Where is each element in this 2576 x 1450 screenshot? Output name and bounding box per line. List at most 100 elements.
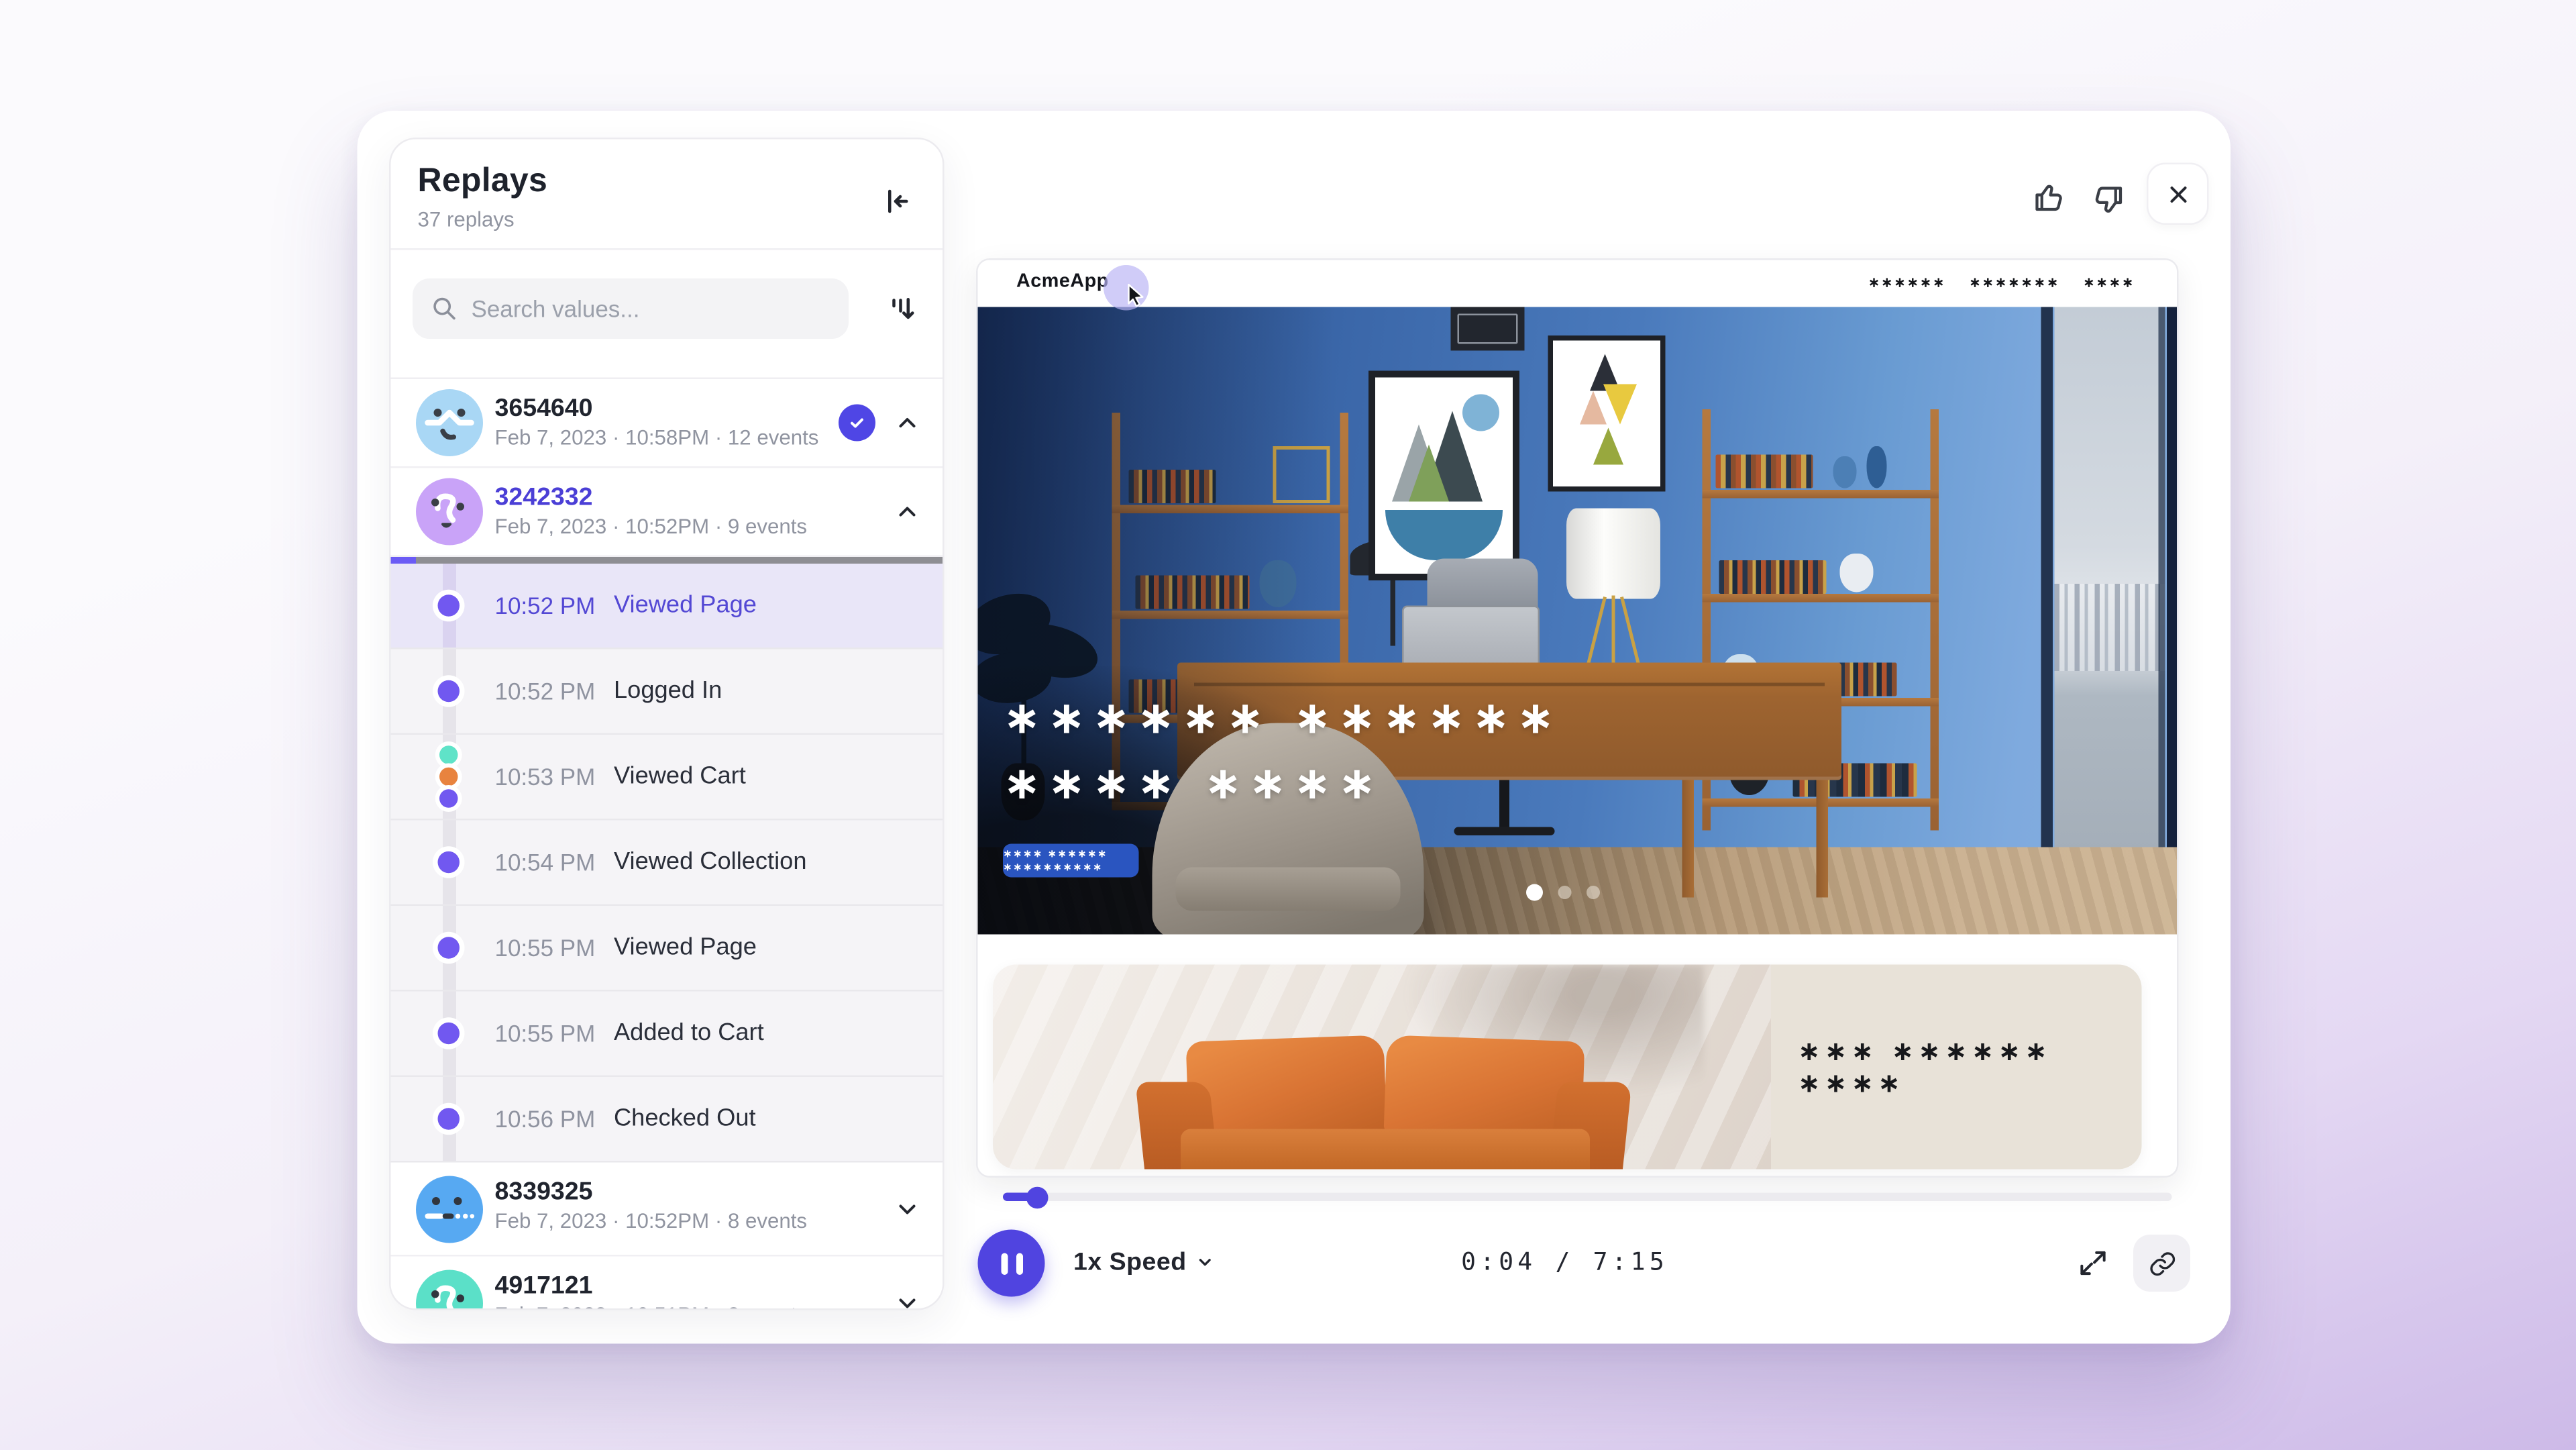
pause-icon [1000,1252,1007,1274]
event-time: 10:54 PM [495,849,596,876]
nav-item-masked: ∗∗∗∗∗∗ [1868,275,1946,291]
search-input[interactable]: Search values... [413,278,849,339]
event-name: Viewed Collection [614,848,807,875]
event-time: 10:55 PM [495,935,596,962]
chevron-down-icon[interactable] [894,1195,921,1222]
playback-speed-dropdown[interactable]: 1x Speed [1073,1248,1215,1277]
sofa-photo [993,965,1771,1170]
event-name: Added to Cart [614,1019,764,1046]
event-dot-orange [439,768,458,786]
event-time: 10:53 PM [495,764,596,790]
session-meta: Feb 7, 2023 · 10:52PM · 8 events [495,1210,808,1233]
session-row[interactable]: 3654640 Feb 7, 2023 · 10:58PM · 12 event… [391,379,943,468]
session-row[interactable]: 8339325 Feb 7, 2023 · 10:52PM · 8 events [391,1163,943,1257]
event-row[interactable]: 10:54 PM Viewed Collection [391,821,943,907]
thumbs-down-button[interactable] [2088,180,2129,220]
page-body: ∗∗∗ ∗∗∗∗∗∗ ∗∗∗∗ [978,935,2178,1178]
sort-descending-icon [885,292,919,325]
sort-filter-button[interactable] [884,291,921,327]
event-row[interactable]: 10:52 PM Logged In [391,650,943,735]
pause-button[interactable] [978,1230,1045,1297]
playback-scrubber[interactable] [1003,1193,2172,1202]
close-button[interactable] [2147,163,2209,225]
pause-icon [1016,1252,1022,1274]
copy-link-button[interactable] [2133,1235,2190,1292]
event-row[interactable]: 10:55 PM Viewed Page [391,906,943,992]
expand-icon [2076,1247,2110,1280]
session-meta: Feb 7, 2023 · 10:51PM · 8 events [495,1304,808,1310]
carousel-dot-active[interactable] [1526,884,1543,901]
event-row[interactable]: 10:56 PM Checked Out [391,1077,943,1163]
event-name: Viewed Cart [614,762,746,789]
screen: Replays 37 replays [0,0,2576,1450]
event-row[interactable]: 10:55 PM Added to Cart [391,992,943,1078]
event-name: Logged In [614,677,722,704]
chevron-up-icon[interactable] [894,499,921,525]
session-row-selected[interactable]: 3242332 Feb 7, 2023 · 10:52PM · 9 events [391,468,943,558]
site-nav: ∗∗∗∗∗∗ ∗∗∗∗∗∗∗ ∗∗∗∗ [1868,275,2135,291]
carousel-dots[interactable] [1526,884,1600,901]
product-card[interactable]: ∗∗∗ ∗∗∗∗∗∗ ∗∗∗∗ [993,965,2142,1170]
close-icon [2164,180,2191,207]
thumbs-up-button[interactable] [2029,178,2070,218]
session-avatar [416,1175,483,1242]
session-playback-progress-fill [391,557,417,564]
event-time: 10:55 PM [495,1020,596,1047]
session-id: 8339325 [495,1178,593,1206]
event-name: Viewed Page [614,933,757,960]
session-meta: Feb 7, 2023 · 10:58PM · 12 events [495,426,819,450]
session-id: 3242332 [495,483,593,512]
event-dot [438,937,460,959]
timecode: 0:04 / 7:15 [1297,1250,1833,1277]
replayed-site-header: AcmeApp ∗∗∗∗∗∗ ∗∗∗∗∗∗∗ ∗∗∗∗ [978,260,2178,307]
sessions-list: 3654640 Feb 7, 2023 · 10:58PM · 12 event… [391,379,943,1310]
event-dot [438,851,460,874]
collapse-left-icon [881,185,914,218]
playback-scrubber-knob[interactable] [1026,1186,1049,1208]
search-placeholder: Search values... [472,295,640,322]
site-logo: AcmeApp [1016,272,1109,292]
replay-modal: Replays 37 replays [358,111,2231,1344]
carousel-dot[interactable] [1558,886,1572,899]
session-meta: Feb 7, 2023 · 10:52PM · 9 events [495,515,808,539]
product-panel: ∗∗∗ ∗∗∗∗∗∗ ∗∗∗∗ [1771,965,2142,1170]
nav-item-masked: ∗∗∗∗ [2083,275,2135,291]
chevron-down-icon[interactable] [894,1289,921,1310]
hero-title-masked: ∗∗∗∗ ∗∗∗∗ [1003,758,1383,811]
chevron-down-icon [1197,1253,1216,1272]
event-time: 10:56 PM [495,1106,596,1133]
event-name: Checked Out [614,1104,756,1131]
collapse-sidebar-button[interactable] [879,183,916,220]
link-icon [2147,1249,2176,1278]
session-id: 3654640 [495,395,593,423]
chevron-up-icon[interactable] [894,409,921,436]
session-id: 4917121 [495,1272,593,1300]
search-row: Search values... [391,250,943,380]
event-dot-purple [439,789,458,808]
event-dot [438,1108,460,1130]
event-row-selected[interactable]: 10:52 PM Viewed Page [391,564,943,650]
speed-label: 1x Speed [1073,1248,1187,1277]
product-text-masked: ∗∗∗ ∗∗∗∗∗∗ ∗∗∗∗ [1798,1035,2142,1099]
hero-cta-button[interactable]: ∗∗∗∗ ∗∗∗∗∗∗ ∗∗∗∗∗∗∗∗∗∗ [1003,844,1139,878]
thumbs-up-icon [2029,178,2070,218]
carousel-dot[interactable] [1587,886,1600,899]
event-row[interactable]: 10:53 PM Viewed Cart [391,735,943,821]
replay-count: 37 replays [418,208,916,231]
session-playback-progress [391,557,943,564]
fullscreen-button[interactable] [2076,1247,2113,1284]
session-avatar [416,478,483,546]
session-avatar [416,1269,483,1310]
replays-sidebar: Replays 37 replays [389,138,945,1310]
search-icon [431,295,458,322]
sidebar-header: Replays 37 replays [391,140,943,250]
event-name: Viewed Page [614,591,757,618]
orange-sofa [1140,1035,1627,1170]
hero-banner: ∗∗∗∗∗∗ ∗∗∗∗∗∗ ∗∗∗∗ ∗∗∗∗ ∗∗∗∗ ∗∗∗∗∗∗ ∗∗∗∗… [978,307,2178,935]
event-dot [438,594,460,617]
session-row[interactable]: 4917121 Feb 7, 2023 · 10:51PM · 8 events [391,1257,943,1310]
event-time: 10:52 PM [495,592,596,619]
mouse-cursor-icon [1122,282,1149,309]
event-dot [438,680,460,703]
event-dot-teal [439,745,458,764]
